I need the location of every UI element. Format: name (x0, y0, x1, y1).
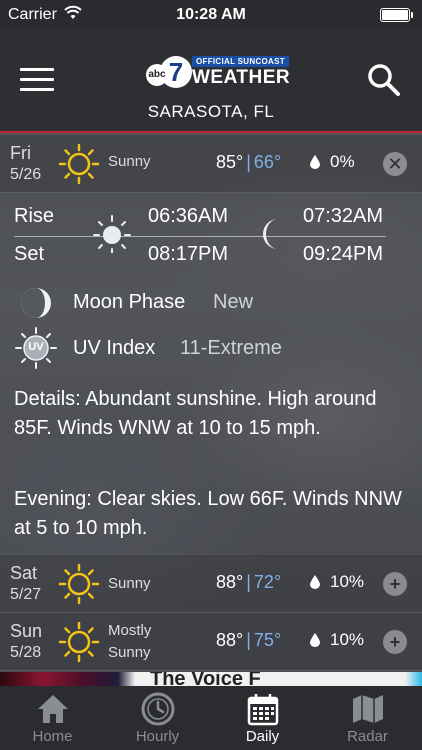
battery-icon (380, 8, 413, 22)
precip-chance: 10% (330, 572, 365, 591)
moon-phase-value: New (213, 291, 254, 313)
day-name: Fri (10, 143, 31, 163)
uv-index-icon: UV (14, 326, 58, 370)
menu-button[interactable] (20, 68, 54, 92)
uv-index-label: UV Index (73, 337, 156, 359)
low-temp: 72° (253, 572, 282, 592)
rise-label: Rise (14, 205, 55, 227)
day-date: 5/27 (10, 586, 42, 603)
moonset-time: 09:24PM (303, 243, 384, 265)
raindrop-icon (310, 633, 320, 647)
raindrop-icon (310, 575, 320, 589)
ad-text: The Voice F (150, 672, 261, 686)
moon-phase-label: Moon Phase (73, 291, 186, 313)
condition-text: Sunny (108, 575, 151, 592)
high-temp: 88° (216, 630, 244, 650)
ad-banner[interactable]: The Voice F (0, 672, 422, 686)
precip-chance: 0% (330, 152, 355, 171)
tab-label: Radar (347, 728, 388, 745)
sun-horizon-icon (93, 215, 131, 253)
logo-word: WEATHER (192, 67, 291, 88)
tab-radar[interactable]: Radar (315, 686, 420, 750)
logo-abc: abc (146, 64, 168, 86)
clock-icon (141, 692, 175, 726)
tab-bar: Home Hourly Daily Radar (0, 686, 422, 750)
temperature-range: 88° | 72° (216, 572, 281, 593)
day-name: Sat (10, 563, 38, 583)
moonrise-time: 07:32AM (303, 205, 384, 227)
tab-daily[interactable]: Daily (210, 686, 315, 750)
logo-badge: OFFICIAL SUNCOAST (192, 56, 289, 67)
clock: 10:28 AM (176, 6, 246, 23)
uv-icon-text: UV (28, 341, 44, 353)
calendar-icon (247, 694, 279, 726)
tab-hourly[interactable]: Hourly (105, 686, 210, 750)
day-row-sun[interactable]: Sun 5/28 Mostly Sunny 88° | 75° 10% + (0, 613, 422, 671)
location-label: SARASOTA, FL (147, 102, 275, 121)
horizon-line (14, 236, 386, 237)
precip-chance: 10% (330, 630, 365, 649)
search-icon[interactable] (366, 62, 402, 98)
high-temp: 88° (216, 572, 244, 592)
tab-home[interactable]: Home (0, 686, 105, 750)
day-details-panel: Rise Set 06:36AM 08:17PM 07:32AM 09:24PM… (0, 193, 422, 554)
temp-separator: | (246, 572, 251, 592)
hamburger-icon-bar (20, 88, 54, 91)
day-date: 5/26 (10, 166, 42, 183)
home-icon (38, 695, 68, 723)
raindrop-icon (310, 155, 320, 169)
status-bar: Carrier 10:28 AM (0, 0, 422, 30)
temperature-range: 85° | 66° (216, 152, 281, 173)
condition-text: Sunny (108, 153, 151, 170)
temp-separator: | (246, 152, 251, 172)
sun-icon (58, 621, 100, 663)
uv-index-value: 11-Extreme (180, 337, 282, 359)
map-icon (353, 695, 383, 723)
sun-icon (58, 563, 100, 605)
day-forecast-text: Details: Abundant sunshine. High around … (14, 388, 377, 439)
app-header: 7 abc OFFICIAL SUNCOAST WEATHER SARASOTA… (0, 30, 422, 133)
sunset-time: 08:17PM (148, 243, 229, 265)
hamburger-icon-bar (20, 78, 54, 81)
set-label: Set (14, 243, 45, 265)
tab-label: Daily (245, 728, 280, 745)
day-row-fri[interactable]: Fri 5/26 Sunny 85° | 66° 0% ✕ (0, 135, 422, 193)
condition-text-line1: Mostly (108, 622, 152, 639)
sun-icon (58, 143, 100, 185)
app-logo: 7 abc OFFICIAL SUNCOAST WEATHER (146, 52, 290, 92)
day-row-sat[interactable]: Sat 5/27 Sunny 88° | 72° 10% + (0, 555, 422, 613)
day-name: Sun (10, 621, 43, 641)
sunrise-time: 06:36AM (148, 205, 229, 227)
low-temp: 66° (253, 152, 282, 172)
temp-separator: | (246, 630, 251, 650)
expand-button[interactable]: + (383, 630, 407, 654)
crescent-moon-icon (263, 219, 278, 249)
high-temp: 85° (216, 152, 244, 172)
evening-forecast-text: Evening: Clear skies. Low 66F. Winds NNW… (14, 488, 402, 539)
low-temp: 75° (253, 630, 282, 650)
condition-text-line2: Sunny (108, 644, 151, 661)
temperature-range: 88° | 75° (216, 630, 281, 651)
moon-phase-icon (21, 288, 51, 318)
collapse-button[interactable]: ✕ (383, 152, 407, 176)
tab-label: Hourly (135, 728, 180, 745)
tab-label: Home (32, 728, 73, 745)
hamburger-icon-bar (20, 68, 54, 71)
expand-button[interactable]: + (383, 572, 407, 596)
day-date: 5/28 (10, 644, 42, 661)
